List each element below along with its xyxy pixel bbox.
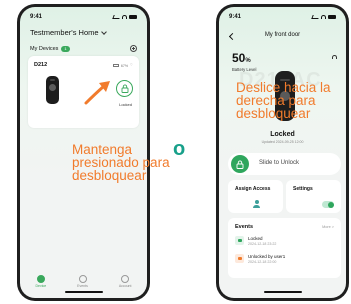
user-event-icon xyxy=(235,254,244,264)
lock-state: Locked xyxy=(270,131,295,138)
wifi-icon xyxy=(321,15,326,19)
page-title: My front door xyxy=(264,32,301,38)
battery-percent: 50 xyxy=(232,51,246,65)
assign-access-card[interactable]: Assign Access xyxy=(228,180,283,213)
events-card: Events More > Locked 2024-12-18 23:22 Un… xyxy=(228,218,341,278)
battery-unit: % xyxy=(245,58,251,64)
event-text: Locked 2024-12-18 23:22 xyxy=(248,236,276,246)
door-screen: 9:41 My front door 50% Battery Level D21… xyxy=(219,7,346,298)
slide-handle[interactable] xyxy=(231,155,249,173)
event-item[interactable]: Locked 2024-12-18 23:22 xyxy=(235,236,276,246)
wifi-icon xyxy=(332,55,337,59)
event-name: Locked xyxy=(248,236,263,241)
event-text: Unlocked by user1 2024-12-18 22:00 xyxy=(248,254,285,264)
battery-icon xyxy=(328,15,336,19)
system-icons xyxy=(311,15,336,19)
person-icon xyxy=(253,200,260,208)
slide-label: Slide to Unlock xyxy=(259,160,300,166)
status-bar: 9:41 xyxy=(229,12,336,22)
slide-to-unlock[interactable]: Slide to Unlock xyxy=(228,153,341,175)
lock-event-icon xyxy=(235,236,244,246)
events-more-link[interactable]: More > xyxy=(322,225,334,229)
or-separator: o xyxy=(173,138,186,160)
signal-icon xyxy=(311,15,320,19)
status-time: 9:41 xyxy=(229,14,242,20)
event-name: Unlocked by user1 xyxy=(248,254,286,259)
phone-door-screen: 9:41 My front door 50% Battery Level D21… xyxy=(216,4,349,301)
events-title: Events xyxy=(235,224,254,230)
toggle-icon xyxy=(322,201,334,208)
home-indicator xyxy=(263,291,302,293)
event-item[interactable]: Unlocked by user1 2024-12-18 22:00 xyxy=(235,254,285,264)
last-updated: Updated 2024-09-25 12:00 xyxy=(261,140,304,144)
assign-access-label: Assign Access xyxy=(235,186,271,192)
slide-instruction: Deslice hacia la derecha para desbloquea… xyxy=(236,80,331,121)
padlock-icon xyxy=(236,160,244,169)
battery-level-value: 50% xyxy=(232,51,251,65)
settings-card[interactable]: Settings xyxy=(286,180,341,213)
settings-label: Settings xyxy=(293,186,313,192)
event-date: 2024-12-18 23:22 xyxy=(248,241,277,246)
long-press-instruction: Mantenga presionado para desbloquear xyxy=(72,142,170,183)
event-date: 2024-12-18 22:00 xyxy=(248,259,277,264)
